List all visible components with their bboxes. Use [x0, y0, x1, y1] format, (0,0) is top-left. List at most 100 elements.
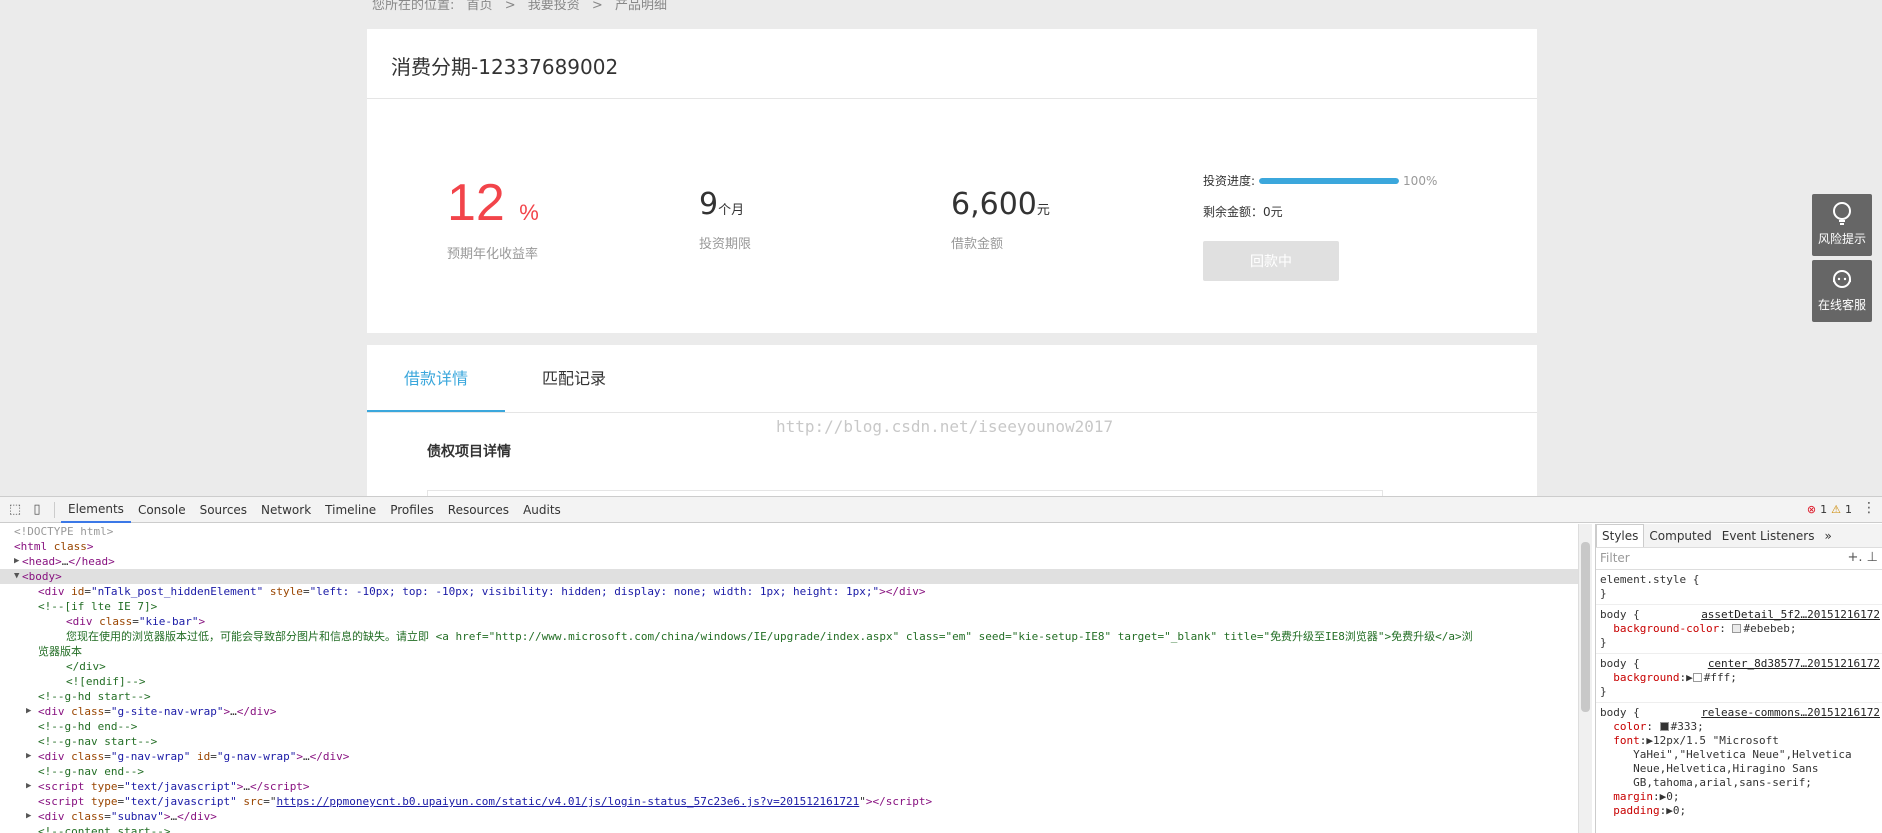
- inspect-element-icon[interactable]: ⬚: [4, 497, 26, 523]
- dom-node[interactable]: ▶ <div class="g-site-nav-wrap">…</div>: [0, 704, 1578, 719]
- dom-comment[interactable]: <!--g-nav end-->: [0, 764, 1578, 779]
- dom-comment[interactable]: 您现在使用的浏览器版本过低，可能会导致部分图片和信息的缺失。请立即 <a hre…: [0, 629, 1578, 644]
- expand-triangle-icon[interactable]: ▶: [26, 704, 31, 719]
- attr-value: "nTalk_post_hiddenElement": [91, 585, 264, 598]
- breadcrumb-current: 产品明细: [614, 0, 667, 13]
- color-swatch[interactable]: [1659, 722, 1669, 731]
- rule-selector: body {: [1600, 657, 1640, 670]
- scrollbar-thumb[interactable]: [1581, 542, 1590, 712]
- css-property: font: [1613, 734, 1640, 747]
- attr-value: "text/javascript": [124, 780, 237, 793]
- dom-node[interactable]: ▶ <div class="g-nav-wrap" id="g-nav-wrap"…: [0, 749, 1578, 764]
- term-stat: 9个月 投资期限: [699, 187, 751, 252]
- styles-filter-input[interactable]: Filter +. ⊥: [1596, 548, 1882, 570]
- tab-event-listeners[interactable]: Event Listeners: [1717, 524, 1820, 548]
- console-counts[interactable]: ⊗ 1 ⚠ 1: [1807, 503, 1852, 516]
- css-property: margin: [1613, 790, 1653, 803]
- tab-profiles[interactable]: Profiles: [383, 497, 441, 523]
- amount-value-row: 6,600元: [951, 187, 1050, 229]
- dom-comment[interactable]: <!--content start-->: [0, 824, 1578, 833]
- watermark: http://blog.csdn.net/iseeyounow2017: [776, 417, 1114, 436]
- device-mode-icon[interactable]: ▯: [26, 497, 48, 523]
- css-property: background: [1613, 671, 1680, 684]
- details-tabs: 借款详情 匹配记录: [367, 345, 1537, 413]
- dom-node[interactable]: ▶ <script type="text/javascript">…</scrip…: [0, 779, 1578, 794]
- tab-styles[interactable]: Styles: [1596, 524, 1645, 547]
- more-tabs-icon[interactable]: »: [1819, 524, 1836, 548]
- dom-comment[interactable]: <!--g-hd start-->: [0, 689, 1578, 704]
- css-property: background-color: [1613, 622, 1720, 635]
- tab-loan-details[interactable]: 借款详情: [367, 345, 505, 412]
- expand-triangle-icon[interactable]: ▶: [26, 779, 31, 794]
- css-value: Neue,Helvetica,Hiragino Sans: [1633, 762, 1819, 775]
- dom-node[interactable]: ▶ <div class="subnav">…</div>: [0, 809, 1578, 824]
- tab-elements[interactable]: Elements: [61, 497, 131, 523]
- comment-text: <!--[if lte IE 7]>: [38, 600, 158, 613]
- amount-unit: 元: [1036, 203, 1050, 218]
- color-swatch[interactable]: [1732, 624, 1742, 633]
- comment-text: <!--g-hd start-->: [38, 690, 151, 703]
- tab-network[interactable]: Network: [254, 497, 318, 523]
- dom-comment[interactable]: <!--g-hd end-->: [0, 719, 1578, 734]
- tab-audits[interactable]: Audits: [516, 497, 568, 523]
- tab-computed[interactable]: Computed: [1644, 524, 1716, 548]
- breadcrumb-separator: >: [591, 0, 603, 13]
- expand-triangle-icon[interactable]: ▶: [26, 809, 31, 824]
- rule-source-link[interactable]: release-commons…20151216172: [1701, 706, 1880, 720]
- warning-count: 1: [1845, 503, 1852, 516]
- styles-pane: Styles Computed Event Listeners » Filter…: [1595, 524, 1882, 833]
- tab-match-records[interactable]: 匹配记录: [505, 345, 643, 412]
- style-rule[interactable]: body { center_8d38577…20151216172 backgro…: [1596, 654, 1882, 703]
- tag-name: head: [81, 555, 109, 568]
- breadcrumb-invest-link[interactable]: 我要投资: [528, 0, 580, 13]
- lightbulb-icon: [1833, 202, 1851, 225]
- dom-node[interactable]: <html class>: [0, 539, 1578, 554]
- rule-source-link[interactable]: assetDetail_5f2…20151216172: [1701, 608, 1880, 622]
- comment-text: <!--g-nav start-->: [38, 735, 158, 748]
- dom-comment[interactable]: <![endif]-->: [0, 674, 1578, 689]
- tab-timeline[interactable]: Timeline: [318, 497, 383, 523]
- collapse-triangle-icon[interactable]: ▼: [14, 569, 19, 584]
- dom-tree[interactable]: <!DOCTYPE html> <html class> ▶ <head>…</h…: [0, 524, 1578, 833]
- new-rule-icon[interactable]: +. ⊥: [1848, 550, 1878, 565]
- tab-console[interactable]: Console: [131, 497, 193, 523]
- online-service-button[interactable]: 在线客服: [1812, 260, 1872, 322]
- dom-comment[interactable]: 览器版本: [0, 644, 1578, 659]
- dom-node[interactable]: <script type="text/javascript" src="http…: [0, 794, 1578, 809]
- rate-value: 12: [447, 174, 505, 232]
- tab-sources[interactable]: Sources: [193, 497, 254, 523]
- risk-tip-label: 风险提示: [1817, 232, 1866, 246]
- dom-node[interactable]: <!DOCTYPE html>: [0, 524, 1578, 539]
- dom-scrollbar[interactable]: [1578, 524, 1592, 833]
- section-title: 债权项目详情: [427, 444, 511, 460]
- dom-comment[interactable]: <!--g-nav start-->: [0, 734, 1578, 749]
- more-options-icon[interactable]: ⋮: [1862, 500, 1876, 516]
- dom-node[interactable]: <div class="kie-bar">: [0, 614, 1578, 629]
- style-rule[interactable]: body {release-commons…20151216172 color:…: [1596, 703, 1882, 821]
- breadcrumb-home-link[interactable]: 首页: [467, 0, 493, 13]
- comment-text: 览器版本: [38, 645, 82, 658]
- expand-triangle-icon[interactable]: ▶: [26, 749, 31, 764]
- rate-unit: %: [519, 200, 539, 225]
- web-page: 您所在的位置: 首页 > 我要投资 > 产品明细 消费分期-1233768900…: [0, 0, 1882, 496]
- error-icon: ⊗: [1806, 503, 1817, 516]
- dom-node-selected[interactable]: ▼ <body>: [0, 569, 1578, 584]
- color-swatch[interactable]: [1692, 673, 1702, 682]
- attr-value: "left: -10px; top: -10px; visibility: hi…: [309, 585, 880, 598]
- rule-selector: body {: [1600, 706, 1640, 719]
- tag-name: head: [28, 555, 56, 568]
- risk-tip-button[interactable]: 风险提示: [1812, 194, 1872, 256]
- repaying-status-button[interactable]: 回款中: [1203, 241, 1339, 281]
- comment-text: <![endif]-->: [66, 675, 146, 688]
- tab-resources[interactable]: Resources: [441, 497, 516, 523]
- script-src-link[interactable]: https://ppmoneycnt.b0.upaiyun.com/static…: [276, 795, 859, 808]
- expand-triangle-icon[interactable]: ▶: [14, 554, 19, 569]
- progress-label: 投资进度:: [1203, 174, 1256, 188]
- dom-node[interactable]: <div id="nTalk_post_hiddenElement" style…: [0, 584, 1578, 599]
- dom-comment[interactable]: </div>: [0, 659, 1578, 674]
- dom-node[interactable]: ▶ <head>…</head>: [0, 554, 1578, 569]
- style-rule[interactable]: body {assetDetail_5f2…20151216172 backgr…: [1596, 605, 1882, 654]
- rule-source-link[interactable]: center_8d38577…20151216172: [1708, 657, 1880, 671]
- dom-comment[interactable]: <!--[if lte IE 7]>: [0, 599, 1578, 614]
- style-rule[interactable]: element.style { }: [1596, 570, 1882, 605]
